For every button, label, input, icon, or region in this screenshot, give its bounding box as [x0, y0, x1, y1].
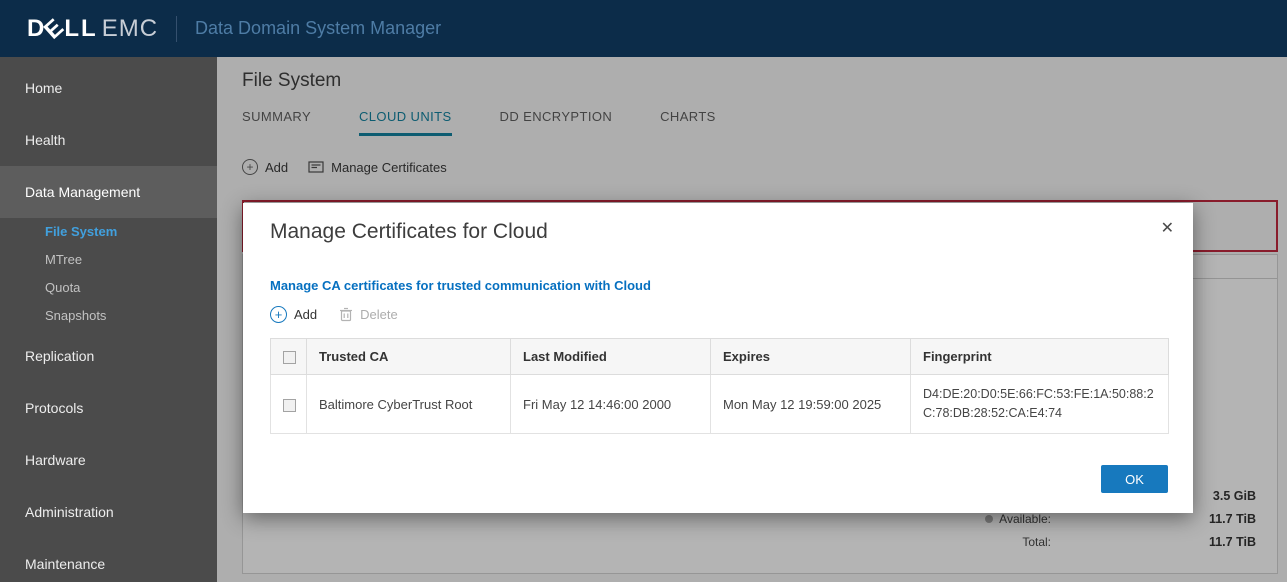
sidebar-item-replication[interactable]: Replication	[0, 330, 217, 382]
top-bar: DELL EMC Data Domain System Manager	[0, 0, 1287, 57]
sidebar-item-snapshots[interactable]: Snapshots	[0, 302, 217, 330]
add-certificate-label: Add	[294, 307, 318, 322]
add-icon: +	[270, 306, 287, 323]
sidebar-item-data-management[interactable]: Data Management	[0, 166, 217, 218]
sidebar: Home Health Data Management File System …	[0, 57, 217, 582]
brand-dell: DELL	[27, 12, 98, 44]
row-checkbox[interactable]	[283, 398, 296, 412]
add-certificate-button[interactable]: + Add	[270, 306, 317, 323]
select-all-checkbox[interactable]	[283, 351, 296, 365]
sidebar-item-hardware[interactable]: Hardware	[0, 434, 217, 486]
dialog-description: Manage CA certificates for trusted commu…	[270, 278, 651, 293]
ok-button[interactable]: OK	[1101, 465, 1168, 493]
header-divider	[176, 15, 178, 42]
app-title: Data Domain System Manager	[195, 18, 442, 38]
sidebar-subgroup-data-management: File System MTree Quota Snapshots	[0, 218, 217, 330]
delete-icon	[340, 307, 353, 322]
column-trusted-ca: Trusted CA	[306, 337, 511, 376]
sidebar-item-maintenance[interactable]: Maintenance	[0, 538, 217, 582]
sidebar-item-quota[interactable]: Quota	[0, 274, 217, 302]
header-select-all	[270, 337, 307, 376]
brand-emc: EMC	[101, 14, 159, 42]
manage-certificates-dialog: Manage Certificates for Cloud ✕ Manage C…	[243, 203, 1193, 513]
cell-fingerprint: D4:DE:20:D0:5E:66:FC:53:FE:1A:50:88:2C:7…	[910, 374, 1169, 435]
cell-select	[270, 374, 307, 435]
dialog-title: Manage Certificates for Cloud	[270, 220, 548, 243]
sidebar-item-administration[interactable]: Administration	[0, 486, 217, 538]
close-icon[interactable]: ✕	[1156, 213, 1179, 243]
sidebar-item-mtree[interactable]: MTree	[0, 246, 217, 274]
cell-trusted-ca: Baltimore CyberTrust Root	[306, 374, 511, 435]
delete-certificate-label: Delete	[360, 307, 398, 322]
column-fingerprint: Fingerprint	[910, 337, 1169, 376]
table-row[interactable]: Baltimore CyberTrust Root Fri May 12 14:…	[270, 374, 1169, 435]
dialog-toolbar: + Add Delete	[270, 306, 398, 323]
dell-emc-logo: DELL EMC	[27, 12, 159, 44]
table-header-row: Trusted CA Last Modified Expires Fingerp…	[270, 337, 1169, 376]
sidebar-item-health[interactable]: Health	[0, 114, 217, 166]
cell-last-modified: Fri May 12 14:46:00 2000	[510, 374, 711, 435]
sidebar-item-protocols[interactable]: Protocols	[0, 382, 217, 434]
sidebar-item-home[interactable]: Home	[0, 62, 217, 114]
sidebar-item-file-system[interactable]: File System	[0, 218, 217, 246]
delete-certificate-button[interactable]: Delete	[339, 307, 398, 322]
brand-dell-ll: LL	[64, 14, 98, 42]
column-expires: Expires	[710, 337, 911, 376]
column-last-modified: Last Modified	[510, 337, 711, 376]
cell-expires: Mon May 12 19:59:00 2025	[710, 374, 911, 435]
certificates-table: Trusted CA Last Modified Expires Fingerp…	[270, 337, 1169, 435]
